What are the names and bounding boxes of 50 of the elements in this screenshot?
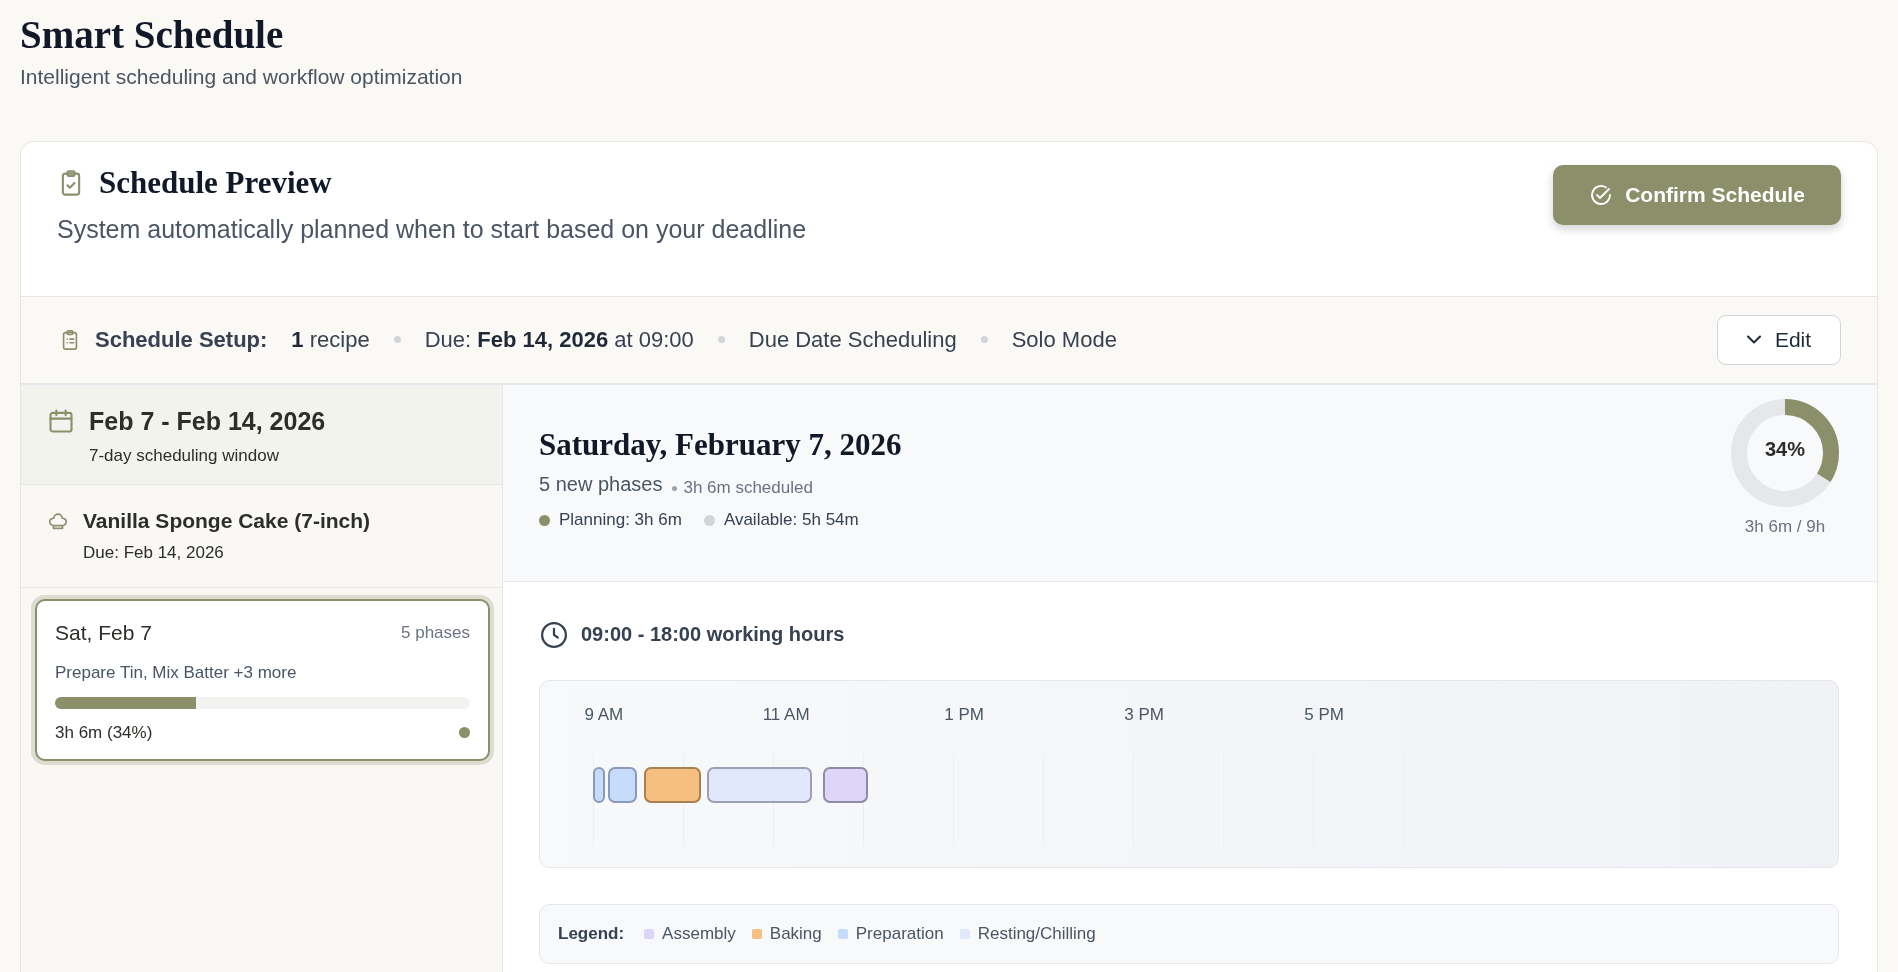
setup-label: Schedule Setup: bbox=[95, 326, 268, 353]
separator-dot bbox=[393, 336, 401, 344]
chevron-down-icon bbox=[1746, 335, 1761, 345]
hour-label: 11 AM bbox=[762, 704, 810, 725]
hour-label: 1 PM bbox=[944, 704, 984, 725]
recipe-due-date: Due: Feb 14, 2026 bbox=[83, 542, 225, 563]
separator-dot bbox=[980, 336, 988, 344]
usage-reading: 3h 6m / 9h bbox=[1744, 516, 1826, 537]
phase-block[interactable] bbox=[608, 766, 637, 803]
clock-icon bbox=[539, 619, 569, 650]
legend-label: Legend: bbox=[558, 923, 625, 944]
legend-item: Baking bbox=[769, 923, 822, 944]
day-title: Saturday, February 7, 2026 bbox=[539, 426, 902, 463]
setup-detail: Solo Mode bbox=[1011, 326, 1117, 353]
stat-label: Available: 5h 54m bbox=[723, 510, 859, 531]
legend-item: Preparation bbox=[855, 923, 944, 944]
time-reading: 3h 6m (34%) bbox=[55, 722, 153, 743]
setup-detail: 1 recipe bbox=[291, 326, 370, 353]
working-hours: 09:00 - 18:00 working hours bbox=[581, 623, 845, 647]
stat-label: Planning: 3h 6m bbox=[559, 510, 682, 531]
day-date: Sat, Feb 7 bbox=[55, 620, 152, 645]
calendar-icon bbox=[47, 407, 75, 436]
setup-detail: Due Date Scheduling bbox=[748, 326, 957, 353]
date-range-caption: 7-day scheduling window bbox=[89, 445, 280, 466]
page-title: Smart Schedule bbox=[20, 14, 285, 57]
date-range: Feb 7 - Feb 14, 2026 bbox=[89, 406, 326, 436]
section-title: Schedule Preview bbox=[99, 164, 332, 201]
page-subtitle: Intelligent scheduling and workflow optimization bbox=[20, 64, 464, 89]
legend-item: Resting/Chilling bbox=[977, 923, 1096, 944]
new-phase-count: 5 new phases bbox=[539, 472, 663, 496]
recipe-name: Vanilla Sponge Cake (7-inch) bbox=[83, 508, 371, 533]
hour-label: 5 PM bbox=[1304, 704, 1344, 725]
hour-label: 3 PM bbox=[1124, 704, 1164, 725]
edit-button[interactable]: Edit bbox=[1717, 314, 1841, 365]
phase-block[interactable] bbox=[593, 766, 605, 803]
setup-detail: Due: Feb 14, 2026 at 09:00 bbox=[424, 326, 694, 353]
recipe-item[interactable]: Vanilla Sponge Cake (7-inch) Due: Feb 14, 2026 bbox=[21, 484, 502, 588]
phase-block[interactable] bbox=[822, 766, 868, 803]
phase-block[interactable] bbox=[644, 766, 701, 803]
separator-dot bbox=[672, 485, 678, 491]
separator-dot bbox=[717, 336, 725, 344]
phase-summary: Prepare Tin, Mix Batter +3 more bbox=[55, 662, 298, 683]
hour-label: 9 AM bbox=[584, 704, 624, 725]
section-description: System automatically planned when to start based on your deadline bbox=[57, 214, 807, 244]
phase-block[interactable] bbox=[707, 766, 812, 803]
usage-percent: 34% bbox=[1764, 437, 1806, 461]
phase-count: 5 phases bbox=[401, 622, 470, 643]
check-circle-icon bbox=[1589, 182, 1614, 207]
scheduled-time: 3h 6m scheduled bbox=[683, 478, 813, 499]
legend-item: Assembly bbox=[662, 923, 736, 944]
